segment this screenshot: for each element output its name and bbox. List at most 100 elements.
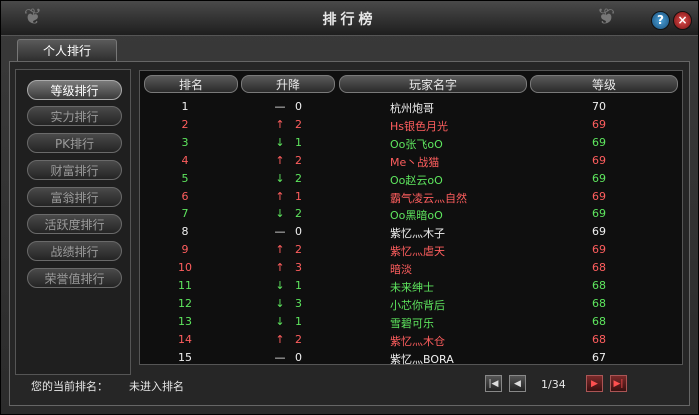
level-cell: 69 [592, 189, 606, 203]
change-cell: 1 [295, 314, 302, 328]
first-page-button[interactable]: |◀ [485, 375, 502, 392]
table-row[interactable]: 11 ↓ 1 未来绅士 68 [140, 277, 682, 294]
change-arrow-icon: ↓ [275, 279, 285, 292]
change-arrow-icon: ↓ [275, 135, 285, 149]
table-row[interactable]: 2 ↑ 2 Hs银色月光 69 [140, 116, 682, 133]
rank-cell: 13 [178, 314, 192, 328]
rank-cell: 10 [178, 261, 192, 275]
level-cell: 68 [592, 296, 606, 310]
player-name-cell: 霸气凌云灬自然 [390, 191, 467, 205]
player-name-cell: Oo赵云oO [390, 173, 443, 187]
rank-cell: 11 [178, 279, 192, 292]
change-arrow-icon: ↑ [275, 332, 285, 346]
change-arrow-icon: ↑ [275, 189, 285, 203]
level-cell: 68 [592, 314, 606, 328]
help-button[interactable]: ? [651, 11, 670, 30]
change-cell: 1 [295, 279, 302, 292]
tab-personal-ranking[interactable]: 个人排行 [17, 39, 117, 61]
player-name-cell: 小芯你背后 [390, 298, 445, 312]
current-rank-label: 您的当前排名： [31, 380, 108, 393]
table-row[interactable]: 12 ↓ 3 小芯你背后 68 [140, 295, 682, 312]
change-cell: 1 [295, 189, 302, 203]
change-cell: 2 [295, 243, 302, 257]
player-name-cell: 雪碧可乐 [390, 316, 434, 330]
level-cell: 67 [592, 350, 606, 364]
sidebar-item-strength[interactable]: 实力排行 [27, 106, 122, 126]
window-title: 排行榜 [322, 12, 377, 28]
level-cell: 68 [592, 279, 606, 292]
change-cell: 2 [295, 332, 302, 346]
player-name-cell: 杭州炮哥 [390, 102, 434, 115]
sidebar-item-activity[interactable]: 活跃度排行 [27, 214, 122, 234]
change-arrow-icon: — [274, 350, 286, 364]
next-page-button[interactable]: ▶ [586, 375, 603, 392]
ranking-table: 排名 升降 玩家名字 等级 1—0 杭州炮哥 70 2 ↑ 2 Hs银色月光 69 3 ↓ 1 Oo张… [139, 70, 683, 366]
change-arrow-icon: ↑ [275, 117, 285, 131]
change-arrow-icon: ↓ [275, 171, 285, 185]
sidebar-item-tycoon[interactable]: 富翁排行 [27, 187, 122, 207]
sidebar-item-honor[interactable]: 荣誉值排行 [27, 268, 122, 288]
player-name-cell: Oo张飞oO [390, 137, 443, 151]
sidebar-item-pk[interactable]: PK排行 [27, 133, 122, 153]
player-name-cell: 紫忆灬木子 [390, 227, 445, 241]
player-name-cell: 紫忆灬BORA [390, 352, 454, 366]
level-cell: 68 [592, 261, 606, 275]
level-cell: 69 [592, 117, 606, 131]
prev-page-button[interactable]: ◀ [509, 375, 526, 392]
title-bar: ❦ ❦ 排行榜 ? × [1, 1, 698, 36]
ranking-window: ❦ ❦ 排行榜 ? × 个人排行 等级排行 实力排行 PK排行 财富排行 富翁排… [0, 0, 699, 415]
change-arrow-icon: — [274, 100, 286, 113]
rank-cell: 5 [181, 171, 189, 185]
table-row[interactable]: 8 — 0 紫忆灬木子 69 [140, 223, 682, 240]
header-player-name[interactable]: 玩家名字 [339, 75, 527, 93]
rank-cell: 4 [181, 153, 189, 167]
change-cell: 2 [295, 207, 302, 221]
table-row[interactable]: 9 ↑ 2 紫忆灬虐天 69 [140, 241, 682, 258]
change-cell: 0 [295, 350, 302, 364]
change-arrow-icon: ↑ [275, 261, 285, 275]
change-arrow-icon: ↓ [275, 296, 285, 310]
level-cell: 68 [592, 332, 606, 346]
table-row[interactable]: 1 — 0 杭州炮哥 70 [140, 98, 682, 115]
level-cell: 70 [592, 100, 606, 113]
table-row[interactable]: 3 ↓ 1 Oo张飞oO 69 [140, 134, 682, 151]
player-name-cell: 紫忆灬木仓 [390, 334, 445, 348]
player-name-cell: 紫忆灬虐天 [390, 245, 445, 259]
current-rank-value: 未进入排名 [129, 380, 184, 393]
player-name-cell: Oo黑暗oO [390, 209, 443, 223]
change-cell: 2 [295, 171, 302, 185]
close-button[interactable]: × [673, 11, 692, 30]
table-row[interactable]: 5 ↓ 2 Oo赵云oO 69 [140, 170, 682, 187]
level-cell: 69 [592, 171, 606, 185]
change-cell: 3 [295, 261, 302, 275]
table-row[interactable]: 13 ↓ 1 雪碧可乐 68 [140, 313, 682, 330]
change-arrow-icon: ↑ [275, 243, 285, 257]
table-row[interactable]: 4 ↑ 2 Me丶战猫 69 [140, 152, 682, 169]
sidebar-item-wealth[interactable]: 财富排行 [27, 160, 122, 180]
sidebar-item-battle-record[interactable]: 战绩排行 [27, 241, 122, 261]
player-name-cell: Me丶战猫 [390, 155, 440, 169]
change-arrow-icon: ↑ [275, 153, 285, 167]
table-row[interactable]: 7 ↓ 2 Oo黑暗oO 69 [140, 205, 682, 222]
rank-cell: 15 [178, 350, 192, 364]
rank-cell: 6 [181, 189, 189, 203]
table-row[interactable]: 14 ↑ 2 紫忆灬木仓 68 [140, 331, 682, 348]
table-row[interactable]: 6 ↑ 1 霸气凌云灬自然 69 [140, 188, 682, 205]
change-cell: 0 [295, 100, 302, 113]
rank-cell: 14 [178, 332, 192, 346]
change-arrow-icon: — [274, 225, 286, 239]
header-change[interactable]: 升降 [241, 75, 335, 93]
change-arrow-icon: ↓ [275, 207, 285, 221]
table-row[interactable]: 15 — 0 紫忆灬BORA 67 [140, 349, 682, 366]
rank-cell: 7 [181, 207, 189, 221]
level-cell: 69 [592, 225, 606, 239]
last-page-button[interactable]: ▶| [610, 375, 627, 392]
player-name-cell: 未来绅士 [390, 281, 434, 294]
table-row[interactable]: 10 ↑ 3 暗淡 68 [140, 259, 682, 276]
header-level[interactable]: 等级 [530, 75, 678, 93]
change-cell: 2 [295, 153, 302, 167]
sidebar-item-level[interactable]: 等级排行 [27, 80, 122, 100]
header-rank[interactable]: 排名 [144, 75, 238, 93]
rank-cell: 8 [181, 225, 189, 239]
player-name-cell: 暗淡 [390, 263, 412, 277]
